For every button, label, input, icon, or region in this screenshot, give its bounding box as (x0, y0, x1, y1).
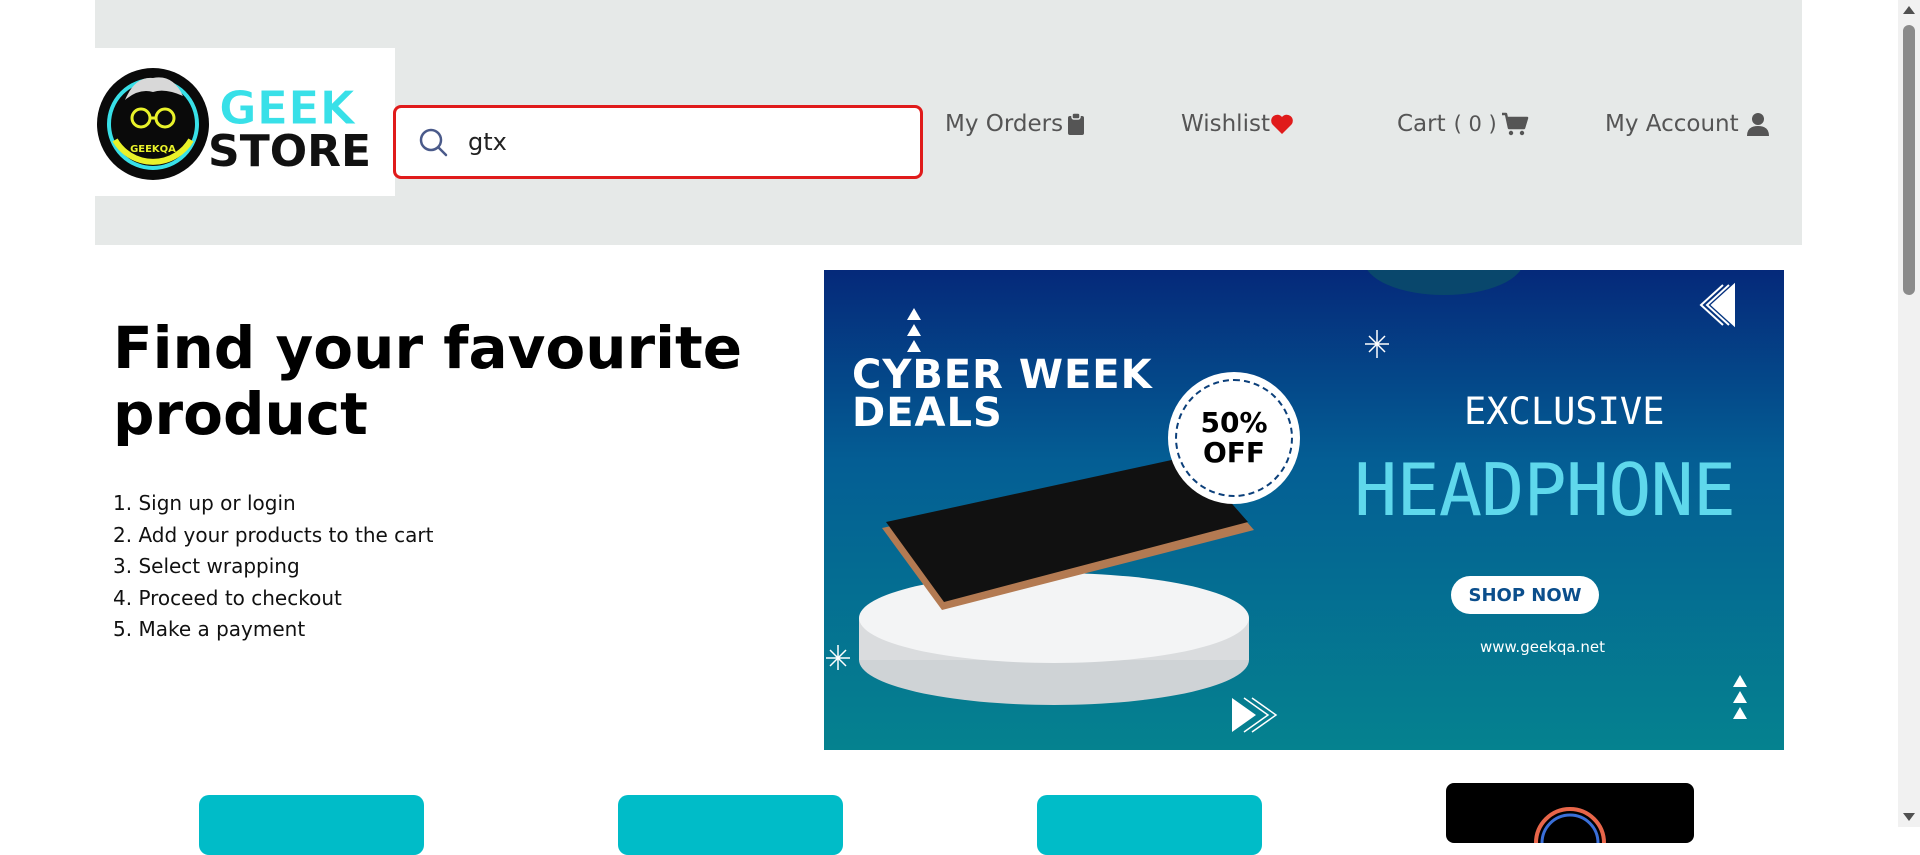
banner-exclusive: EXCLUSIVE (1464, 390, 1665, 433)
step-item: 3. Select wrapping (113, 554, 300, 578)
decor-triangles-top (907, 308, 921, 352)
banner-cyber-line2: DEALS (852, 390, 1003, 436)
nav-cart[interactable]: Cart ( 0 ) (1397, 106, 1529, 142)
discount-badge: 50% OFF (1168, 372, 1300, 504)
logo-badge-text: GEEKQA (130, 144, 176, 155)
scrollbar-thumb[interactable] (1903, 25, 1915, 295)
clipboard-icon (1068, 112, 1085, 135)
nav-my-account-label: My Account (1605, 111, 1739, 137)
search-bar[interactable] (393, 105, 923, 179)
banner-url: www.geekqa.net (1480, 638, 1605, 656)
nav-wishlist[interactable]: Wishlist (1181, 106, 1294, 142)
step-item: 1. Sign up or login (113, 491, 296, 515)
decor-arrows-topright (1699, 282, 1735, 328)
featured-card[interactable] (1446, 783, 1694, 855)
site-logo[interactable]: GEEKQA GEEK STORE (95, 48, 395, 196)
logo-text-store: STORE (208, 126, 371, 177)
search-input[interactable] (466, 127, 890, 157)
category-card[interactable] (618, 795, 843, 855)
nav-wishlist-label: Wishlist (1181, 111, 1270, 137)
user-icon (1746, 113, 1769, 136)
cart-count: ( 0 ) (1453, 112, 1497, 136)
discount-off: OFF (1202, 436, 1266, 469)
shop-now-button[interactable]: SHOP NOW (1451, 576, 1599, 614)
promo-banner[interactable]: CYBER WEEK DEALS 50% OFF EXCLUSIVE HEADP… (824, 270, 1784, 750)
scroll-down-arrow-icon[interactable] (1903, 813, 1915, 821)
step-item: 4. Proceed to checkout (113, 585, 342, 610)
category-card[interactable] (1037, 795, 1262, 855)
nav-my-orders[interactable]: My Orders (945, 106, 1085, 142)
banner-cyber-line1: CYBER WEEK (852, 352, 1153, 398)
step-item: 2. Add your products to the cart (113, 522, 434, 547)
scroll-up-arrow-icon[interactable] (1903, 6, 1915, 14)
heart-icon (1271, 114, 1293, 134)
search-icon (419, 128, 448, 157)
decor-triangles-bottomright (1733, 675, 1747, 719)
nav-my-account[interactable]: My Account (1605, 106, 1769, 142)
steps-list: 1. Sign up or login 2. Add your products… (113, 488, 433, 646)
nav-my-orders-label: My Orders (945, 111, 1064, 137)
featured-card-logo-icon (1534, 807, 1606, 855)
hero-title: Find your favourite product (113, 314, 743, 448)
decor-sphere (1367, 270, 1521, 295)
page-scrollbar[interactable] (1898, 0, 1920, 827)
step-item: 5. Make a payment (113, 617, 306, 641)
banner-product: HEADPHONE (1354, 448, 1736, 532)
banner-cyber-heading: CYBER WEEK DEALS (852, 352, 1153, 436)
cart-icon (1501, 112, 1528, 136)
nav-cart-label: Cart (1397, 111, 1446, 137)
discount-percent: 50% (1200, 406, 1268, 439)
phone-on-pedestal (859, 456, 1254, 705)
category-card[interactable] (199, 795, 424, 855)
